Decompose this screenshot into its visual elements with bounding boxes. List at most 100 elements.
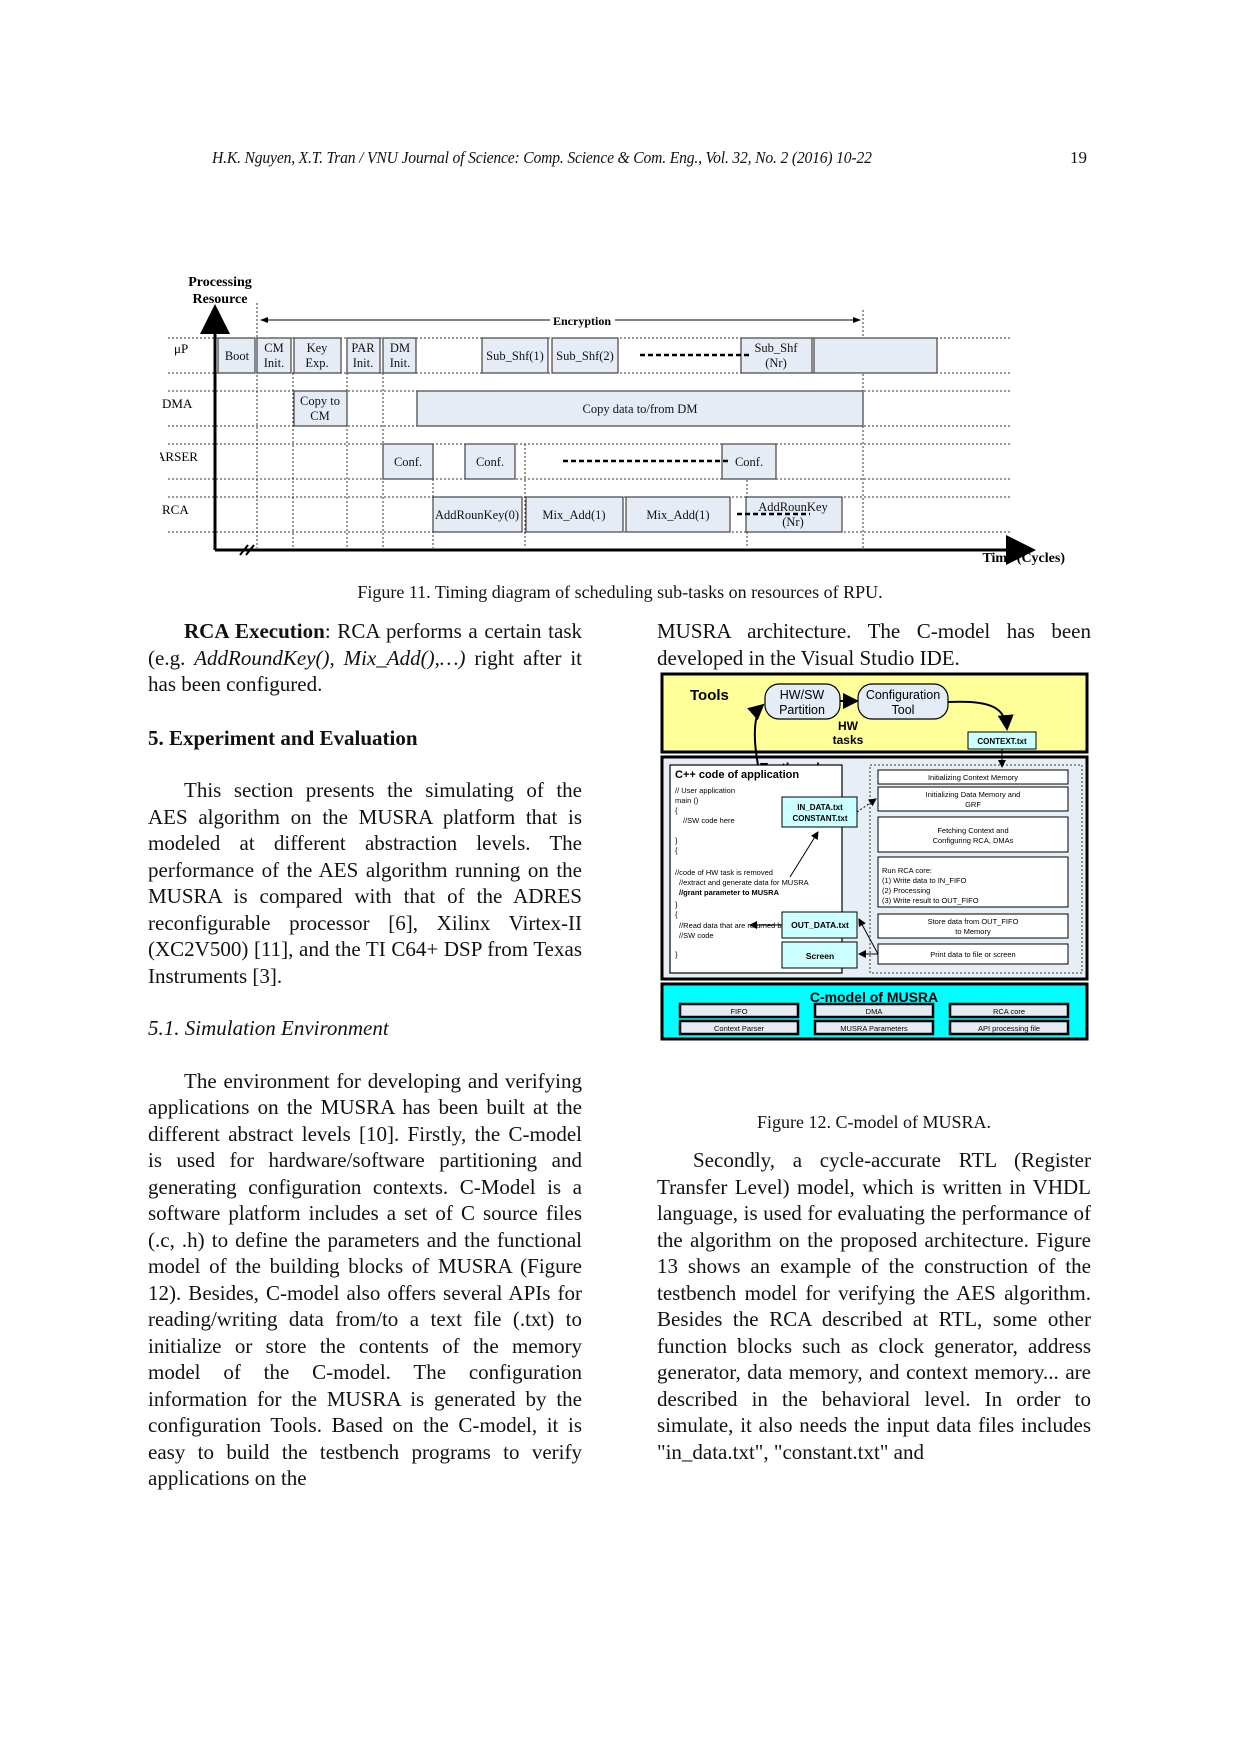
x-axis-label: Time (Cycles) [982,551,1065,566]
row-label-rca: RCA [162,502,189,517]
task-par-init: PARInit. [346,337,381,374]
svg-text:Conf.: Conf. [735,455,763,469]
svg-text:Sub_Shf(1): Sub_Shf(1) [486,349,544,363]
svg-text:Partition: Partition [779,703,825,717]
subsection-heading: 5.1. Simulation Environment [148,1016,389,1040]
out-data-file-node: OUT_DATA.txt [781,911,858,939]
svg-text:(Nr): (Nr) [765,356,787,370]
figure-11-timing-diagram: Processing Resource Time (Cycles) Encryp… [150,265,1080,575]
task-key-exp: KeyExp. [293,337,342,374]
figure-12-caption: Figure 12. C-model of MUSRA. [757,1112,991,1132]
cmodel-block-rca-core: RCA core [948,1002,1070,1019]
svg-text:CONSTANT.txt: CONSTANT.txt [793,814,848,823]
svg-text:GRF: GRF [965,800,981,809]
tools-title: Tools [690,687,729,704]
step-init-data-memory: Initializing Data Memory and GRF [877,786,1069,812]
svg-text:(1) Write data to IN_FIFO: (1) Write data to IN_FIFO [882,876,967,885]
screen-node: Screen [781,941,858,969]
hw-tasks-label-1: HW [838,719,859,733]
rca-execution-functions: AddRoundKey(), Mix_Add(),…) [194,645,466,670]
svg-text://SW code: //SW code [679,931,714,940]
continued-paragraph: MUSRA architecture. The C-model has been… [657,619,1091,670]
task-sub-shf-2: Sub_Shf(2) [551,337,619,374]
y-axis-label-2: Resource [193,292,248,307]
svg-text:RCA core: RCA core [993,1007,1025,1016]
svg-text:Init.: Init. [264,356,284,370]
svg-text:Init.: Init. [353,356,373,370]
svg-text:Initializing Data Memory and: Initializing Data Memory and [926,790,1021,799]
svg-text:Tool: Tool [892,703,915,717]
svg-text:Exp.: Exp. [305,356,328,370]
row-label-dma: DMA [162,396,193,411]
rca-execution-paragraph: RCA Execution: RCA performs a certain ta… [148,618,582,698]
cmodel-block-musra-parameters: MUSRA Parameters [813,1019,935,1036]
svg-text:DMA: DMA [866,1007,883,1016]
svg-text:IN_DATA.txt: IN_DATA.txt [797,803,843,812]
step-run-rca-core: Run RCA core: (1) Write data to IN_FIFO … [877,856,1069,908]
svg-text:CM: CM [264,341,283,355]
svg-text:Print data to file or screen: Print data to file or screen [930,950,1015,959]
hwsw-partition-node: HW/SW Partition [764,683,841,720]
svg-text:Mix_Add(1): Mix_Add(1) [542,508,605,522]
task-cm-init: CMInit. [256,337,292,374]
svg-text:Copy data to/from DM: Copy data to/from DM [583,402,698,416]
hw-tasks-label-2: tasks [833,733,864,747]
configuration-tool-node: Configuration Tool [857,683,949,720]
svg-text:API processing file: API processing file [978,1024,1040,1033]
svg-text:(3) Write result to OUT_FIFO: (3) Write result to OUT_FIFO [882,896,979,905]
svg-text:Sub_Shf: Sub_Shf [754,341,798,355]
task-copy-data-dm: Copy data to/from DM [416,390,864,427]
svg-text:Context Parser: Context Parser [714,1024,765,1033]
svg-text://code of HW task is removed: //code of HW task is removed [675,868,773,877]
continuation-dashes [563,353,810,516]
svg-text:Key: Key [307,341,329,355]
svg-text:Mix_Add(1): Mix_Add(1) [646,508,709,522]
cmodel-block-api-processing-file: API processing file [948,1019,1070,1036]
figure-11-caption: Figure 11. Timing diagram of scheduling … [357,582,883,602]
left-column: RCA Execution: RCA performs a certain ta… [148,618,582,1492]
svg-text:OUT_DATA.txt: OUT_DATA.txt [791,920,849,930]
task-boot: Boot [217,337,256,374]
rca-execution-term: RCA Execution [184,619,325,643]
svg-text:PAR: PAR [351,341,375,355]
simulation-environment-paragraph: The environment for developing and verif… [148,1068,582,1491]
right-column-bottom: Secondly, a cycle-accurate RTL (Register… [657,1147,1091,1465]
tools-panel: Tools HW/SW Partition Configuration Tool… [660,672,1089,754]
task-mix-add-1b: Mix_Add(1) [625,496,731,533]
cmodel-panel: C-model of MUSRA FIFO DMA RCA core Conte… [660,982,1089,1041]
svg-text:CONTEXT.txt: CONTEXT.txt [977,737,1027,746]
svg-text:Configuring RCA, DMAs: Configuring RCA, DMAs [933,836,1014,845]
svg-text:AddRounKey: AddRounKey [758,500,828,514]
cmodel-title: C-model of MUSRA [810,989,938,1005]
right-column-top: MUSRA architecture. The C-model has been… [657,618,1091,671]
svg-text:Configuration: Configuration [866,688,940,702]
task-conf-1: Conf. [382,443,434,480]
svg-text:Store data from OUT_FIFO: Store data from OUT_FIFO [928,917,1019,926]
svg-text:Boot: Boot [225,349,250,363]
task-continuation [813,337,938,374]
step-fetch-context: Fetching Context and Configuring RCA, DM… [877,816,1069,853]
task-sub-shf-nr-rect: Sub_Shf(Nr) [740,337,813,374]
svg-text:MUSRA Parameters: MUSRA Parameters [840,1024,908,1033]
svg-text:Fetching Context and: Fetching Context and [937,826,1008,835]
svg-text:(2) Processing: (2) Processing [882,886,930,895]
svg-text:HW/SW: HW/SW [780,688,825,702]
page-number: 19 [1070,148,1087,167]
svg-text:to Memory: to Memory [955,927,991,936]
task-conf-3: Conf. [721,443,777,480]
svg-text:// User application: // User application [675,786,735,795]
row-label-parser: PARSER [160,449,198,464]
svg-text:(Nr): (Nr) [782,515,804,529]
step-print-data: Print data to file or screen [877,943,1069,965]
task-conf-2: Conf. [464,443,516,480]
figure-12-cmodel-diagram: Tools HW/SW Partition Configuration Tool… [660,672,1090,1092]
cmodel-block-dma: DMA [813,1002,935,1019]
svg-text:AddRounKey(0): AddRounKey(0) [435,508,519,522]
task-dm-init: DMInit. [382,337,417,374]
cmodel-block-context-parser: Context Parser [678,1019,800,1036]
task-mix-add-1a: Mix_Add(1) [525,496,624,533]
encryption-label: Encryption [553,314,611,328]
task-copy-to-cm: Copy toCM [293,390,348,427]
in-data-files-node: IN_DATA.txt CONSTANT.txt [781,796,858,828]
svg-text:main (): main () [675,796,699,805]
